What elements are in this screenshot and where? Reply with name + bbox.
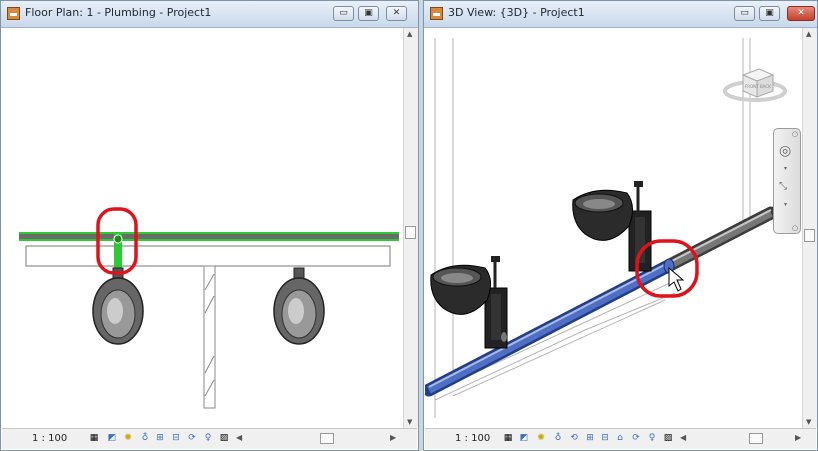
toilet-3d-left: [430, 256, 508, 349]
temporary-hide-icon[interactable]: ⟳: [186, 433, 198, 444]
scroll-up-icon[interactable]: ▲: [806, 30, 811, 38]
3d-canvas[interactable]: FRONT BACK: [425, 28, 803, 428]
partition-wall: [203, 265, 216, 409]
window-title: Floor Plan: 1 - Plumbing - Project1: [25, 6, 212, 19]
close-button[interactable]: ✕: [386, 6, 407, 21]
lock-view-icon[interactable]: ⌂: [614, 433, 626, 444]
toilet-plan-left: [92, 267, 144, 345]
design-options-icon[interactable]: ▨: [662, 433, 674, 444]
crop-view-icon[interactable]: ⊞: [584, 433, 596, 444]
navbar-close-icon[interactable]: ○: [792, 130, 798, 138]
show-crop-icon[interactable]: ⊟: [599, 433, 611, 444]
scroll-left-icon[interactable]: ◀: [680, 433, 686, 442]
chevron-down-icon[interactable]: ▾: [784, 165, 787, 172]
navigation-bar[interactable]: ○ ◎ ▾ ⤡ ▾ ○: [773, 128, 801, 234]
sun-path-icon[interactable]: ✺: [535, 433, 547, 444]
title-bar[interactable]: 3D View: {3D} - Project1 ▭ ▣ ✕: [424, 1, 817, 28]
temporary-hide-icon[interactable]: ⟳: [630, 433, 642, 444]
revit-view-icon: [7, 7, 20, 20]
scroll-thumb[interactable]: [405, 226, 416, 239]
navbar-options-icon[interactable]: ○: [792, 224, 798, 232]
scroll-right-icon[interactable]: ▶: [390, 433, 396, 442]
title-bar[interactable]: Floor Plan: 1 - Plumbing - Project1 ▭ ▣ …: [1, 1, 418, 28]
horizontal-scroll-thumb[interactable]: [749, 433, 763, 444]
scroll-right-icon[interactable]: ▶: [795, 433, 801, 442]
3d-view-window[interactable]: 3D View: {3D} - Project1 ▭ ▣ ✕ FRONT BAC…: [423, 0, 818, 451]
view-control-bar: 1 : 100 ▦ ◩ ✺ ♁ ⊞ ⊟ ⟳ ♀ ▨ ◀ ▶: [2, 428, 417, 449]
mouse-cursor-icon: [668, 266, 685, 292]
revit-view-icon: [430, 7, 443, 20]
vertical-scrollbar[interactable]: ▲ ▼: [403, 28, 418, 428]
toilet-plan-right: [273, 267, 325, 345]
vertical-scrollbar[interactable]: ▲ ▼: [802, 28, 817, 428]
scroll-up-icon[interactable]: ▲: [407, 30, 412, 38]
minimize-button[interactable]: ▭: [734, 6, 755, 21]
maximize-button[interactable]: ▣: [759, 6, 780, 21]
view-cube: FRONT BACK: [723, 68, 787, 102]
viewcube-right-label: BACK: [760, 84, 771, 89]
scroll-down-icon[interactable]: ▼: [407, 418, 412, 426]
horizontal-scroll-thumb[interactable]: [320, 433, 334, 444]
scroll-left-icon[interactable]: ◀: [236, 433, 242, 442]
window-title: 3D View: {3D} - Project1: [448, 6, 585, 19]
detail-level-icon[interactable]: ▦: [502, 433, 514, 444]
reveal-hidden-icon[interactable]: ♀: [646, 433, 658, 444]
scroll-down-icon[interactable]: ▼: [806, 418, 811, 426]
reveal-hidden-icon[interactable]: ♀: [202, 433, 214, 444]
viewcube-front-label: FRONT: [745, 84, 759, 89]
view-control-bar: 1 : 100 ▦ ◩ ✺ ♁ ⟲ ⊞ ⊟ ⌂ ⟳ ♀ ▨ ◀ ▶: [425, 428, 816, 449]
shadows-icon[interactable]: ♁: [139, 433, 151, 444]
floor-plan-window[interactable]: Floor Plan: 1 - Plumbing - Project1 ▭ ▣ …: [0, 0, 419, 451]
visual-style-icon[interactable]: ◩: [106, 433, 118, 444]
visual-style-icon[interactable]: ◩: [518, 433, 530, 444]
shadows-icon[interactable]: ♁: [552, 433, 564, 444]
wall: [25, 245, 391, 267]
scale-selector[interactable]: 1 : 100: [455, 433, 490, 444]
chevron-down-icon[interactable]: ▾: [784, 201, 787, 208]
pipe-plan: [19, 232, 399, 241]
scroll-thumb[interactable]: [804, 229, 815, 242]
detail-level-icon[interactable]: ▦: [88, 433, 100, 444]
floor-plan-canvas[interactable]: [2, 28, 404, 428]
render-icon[interactable]: ⟲: [568, 433, 580, 444]
design-options-icon[interactable]: ▨: [218, 433, 230, 444]
scale-selector[interactable]: 1 : 100: [32, 433, 67, 444]
show-crop-icon[interactable]: ⊟: [170, 433, 182, 444]
zoom-icon[interactable]: ⤡: [779, 181, 787, 192]
maximize-button[interactable]: ▣: [358, 6, 379, 21]
sun-path-icon[interactable]: ✺: [122, 433, 134, 444]
steering-wheel-icon[interactable]: ◎: [779, 143, 791, 159]
close-button[interactable]: ✕: [787, 6, 815, 21]
minimize-button[interactable]: ▭: [333, 6, 354, 21]
crop-view-icon[interactable]: ⊞: [154, 433, 166, 444]
